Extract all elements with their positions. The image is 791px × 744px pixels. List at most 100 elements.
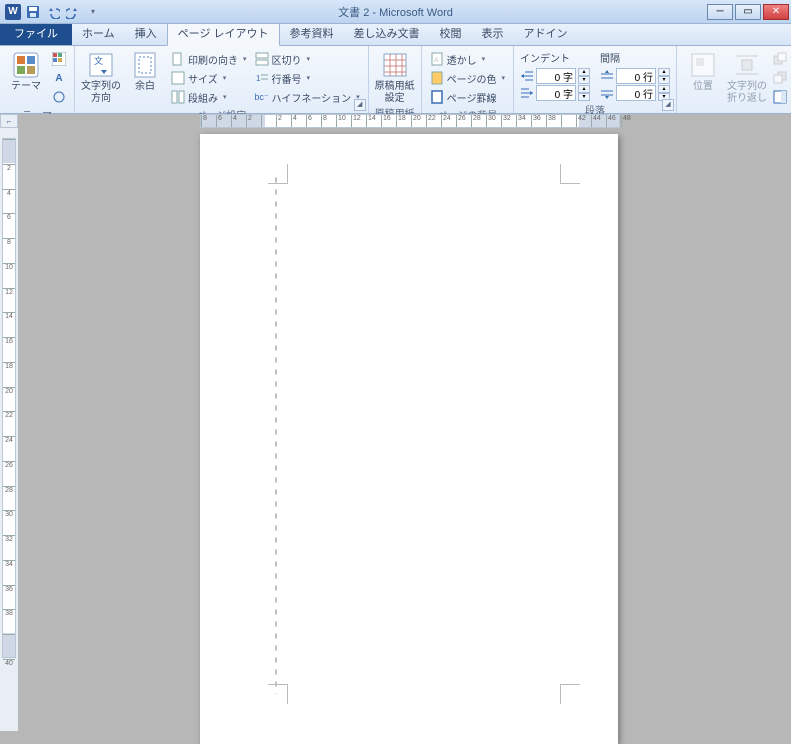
svg-text:1: 1 [256,74,261,83]
themes-label: テーマ [11,81,41,93]
size-button[interactable]: サイズ [169,69,249,87]
orientation-label: 印刷の向き [188,52,238,67]
minimize-button[interactable]: ─ [707,4,733,20]
hyphenation-label: ハイフネーション [272,90,352,105]
position-label: 位置 [693,81,713,93]
margins-button[interactable]: 余白 [125,48,165,106]
orientation-button[interactable]: 印刷の向き [169,50,249,68]
selection-pane-icon [773,90,787,104]
tab-mailings[interactable]: 差し込み文書 [344,22,430,45]
redo-icon[interactable] [64,3,82,21]
manuscript-settings-button[interactable]: 原稿用紙 設定 [375,48,415,104]
undo-icon[interactable] [44,3,62,21]
wrap-text-icon [732,50,762,80]
tab-file[interactable]: ファイル [0,21,72,45]
tab-addins[interactable]: アドイン [514,22,578,45]
indent-left-input[interactable] [536,68,576,84]
hyphenation-button[interactable]: bc⁻ハイフネーション [253,88,362,106]
svg-text:A: A [434,57,439,64]
page-color-icon [430,71,444,85]
crop-mark-tl [268,164,288,184]
ribbon-tabs: ファイル ホーム 挿入 ページ レイアウト 参考資料 差し込み文書 校閲 表示 … [0,24,791,46]
size-icon [171,71,185,85]
indent-right-field[interactable]: ▴▾ [520,85,590,101]
group-themes: テーマ A テーマ [0,46,75,113]
columns-button[interactable]: 段組み [169,88,249,106]
tab-insert[interactable]: 挿入 [125,22,167,45]
save-icon[interactable] [24,3,42,21]
watermark-button[interactable]: A 透かし [428,50,507,68]
window-controls: ─ ▭ ✕ [707,4,791,20]
spin-up[interactable]: ▴ [578,68,590,76]
maximize-button[interactable]: ▭ [735,4,761,20]
tab-page-layout[interactable]: ページ レイアウト [167,21,280,46]
ruler-corner[interactable]: ⌐ [0,114,18,128]
crop-mark-bl [268,684,288,704]
indent-right-input[interactable] [536,85,576,101]
theme-effects-button[interactable] [50,88,68,106]
indent-left-icon [520,69,534,83]
manuscript-icon [380,50,410,80]
qat-customize-icon[interactable]: ▾ [84,3,102,21]
breaks-button[interactable]: 区切り [253,50,362,68]
app-icon[interactable]: W [4,3,22,21]
group-page-background: A透かし ページの色 ページ罫線 ページの背景 [422,46,514,113]
themes-button[interactable]: テーマ [6,48,46,106]
wrap-text-button[interactable]: 文字列の 折り返し [727,48,767,106]
orientation-icon [171,52,185,66]
hyphenation-icon: bc⁻ [255,90,269,104]
bring-forward-button[interactable]: 前面へ移動 [771,50,791,68]
send-backward-button[interactable]: 背面へ移動 [771,69,791,87]
space-after-input[interactable] [616,85,656,101]
group-arrange: 位置 文字列の 折り返し 前面へ移動 背面へ移動 オブジェクトの選択と表示 配置… [677,46,791,113]
page-setup-dialog-launcher[interactable]: ◢ [354,99,366,111]
line-numbers-button[interactable]: 1 行番号 [253,69,362,87]
close-button[interactable]: ✕ [763,4,789,20]
document-page[interactable] [200,134,618,744]
theme-colors-button[interactable] [50,50,68,68]
spin-down[interactable]: ▾ [578,76,590,84]
paragraph-dialog-launcher[interactable]: ◢ [662,99,674,111]
spin-up[interactable]: ▴ [658,85,670,93]
wrap-text-label: 文字列の 折り返し [727,81,767,104]
text-direction-button[interactable]: 文 文字列の 方向 [81,48,121,106]
space-before-field[interactable]: ▴▾ [600,68,670,84]
spin-up[interactable]: ▴ [578,85,590,93]
breaks-icon [255,52,269,66]
spin-down[interactable]: ▾ [578,93,590,101]
indent-right-icon [520,86,534,100]
page-borders-icon [430,90,444,104]
watermark-label: 透かし [447,52,477,67]
tab-home[interactable]: ホーム [72,22,125,45]
vertical-ruler[interactable]: 246810121416182022242628303234363840 [0,128,18,731]
breaks-label: 区切り [272,52,302,67]
space-before-input[interactable] [616,68,656,84]
space-after-field[interactable]: ▴▾ [600,85,670,101]
selection-pane-button[interactable]: オブジェクトの選択と表示 [771,88,791,106]
indent-left-field[interactable]: ▴▾ [520,68,590,84]
fonts-icon: A [52,71,66,85]
spin-down[interactable]: ▾ [658,76,670,84]
line-numbers-label: 行番号 [272,71,302,86]
spin-up[interactable]: ▴ [658,68,670,76]
spacing-title: 間隔 [600,50,670,65]
theme-fonts-button[interactable]: A [50,69,68,87]
quick-access-toolbar: W ▾ [0,3,106,21]
text-direction-label: 文字列の 方向 [81,81,121,104]
themes-icon [11,50,41,80]
tab-view[interactable]: 表示 [472,22,514,45]
horizontal-ruler[interactable]: 8642246810121416182022242628303234363842… [200,114,620,128]
group-manuscript: 原稿用紙 設定 原稿用紙 [369,46,422,113]
text-direction-icon: 文 [86,50,116,80]
margins-icon [130,50,160,80]
page-borders-button[interactable]: ページ罫線 [428,88,507,106]
document-workspace: ⌐ 86422468101214161820222426283032343638… [0,114,791,731]
tab-review[interactable]: 校閲 [430,22,472,45]
position-button[interactable]: 位置 [683,48,723,106]
page-borders-label: ページ罫線 [447,90,497,105]
word-icon: W [5,4,21,20]
indent-title: インデント [520,50,590,65]
tab-references[interactable]: 参考資料 [280,22,344,45]
window-title: 文書 2 - Microsoft Word [338,4,453,20]
page-color-button[interactable]: ページの色 [428,69,507,87]
